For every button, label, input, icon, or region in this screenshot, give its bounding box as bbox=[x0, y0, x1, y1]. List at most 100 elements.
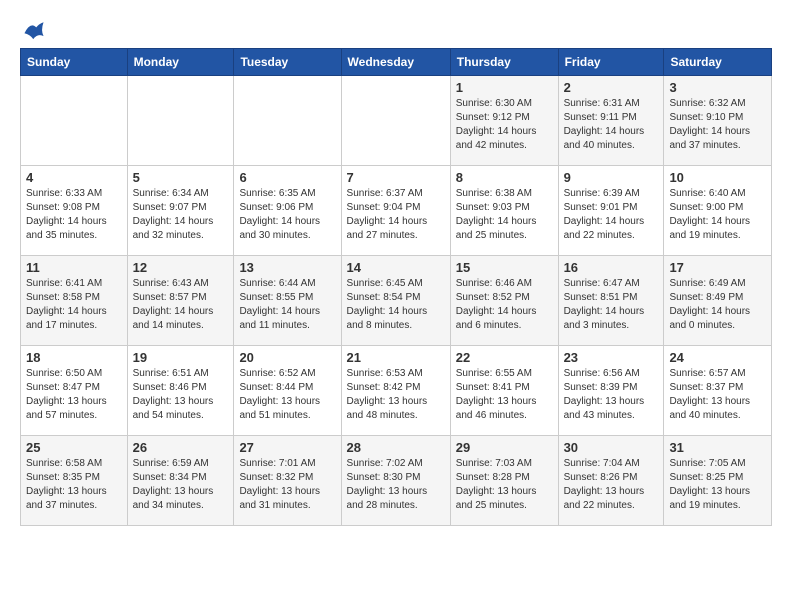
day-info: Sunrise: 6:55 AM Sunset: 8:41 PM Dayligh… bbox=[456, 367, 553, 423]
day-info: Sunrise: 6:57 AM Sunset: 8:37 PM Dayligh… bbox=[669, 367, 766, 423]
day-number: 20 bbox=[239, 350, 335, 365]
day-number: 29 bbox=[456, 440, 553, 455]
day-info: Sunrise: 7:03 AM Sunset: 8:28 PM Dayligh… bbox=[456, 457, 553, 513]
day-number: 7 bbox=[347, 170, 445, 185]
day-number: 22 bbox=[456, 350, 553, 365]
day-cell: 16 Sunrise: 6:47 AM Sunset: 8:51 PM Dayli… bbox=[558, 256, 664, 346]
day-cell: 22 Sunrise: 6:55 AM Sunset: 8:41 PM Dayli… bbox=[450, 346, 558, 436]
header-saturday: Saturday bbox=[664, 49, 772, 76]
day-info: Sunrise: 6:41 AM Sunset: 8:58 PM Dayligh… bbox=[26, 277, 122, 333]
day-number: 10 bbox=[669, 170, 766, 185]
day-number: 25 bbox=[26, 440, 122, 455]
day-info: Sunrise: 6:49 AM Sunset: 8:49 PM Dayligh… bbox=[669, 277, 766, 333]
day-cell: 28 Sunrise: 7:02 AM Sunset: 8:30 PM Dayli… bbox=[341, 436, 450, 526]
day-number: 8 bbox=[456, 170, 553, 185]
day-number: 18 bbox=[26, 350, 122, 365]
day-info: Sunrise: 6:31 AM Sunset: 9:11 PM Dayligh… bbox=[564, 97, 659, 153]
header-wednesday: Wednesday bbox=[341, 49, 450, 76]
day-info: Sunrise: 7:01 AM Sunset: 8:32 PM Dayligh… bbox=[239, 457, 335, 513]
day-cell: 20 Sunrise: 6:52 AM Sunset: 8:44 PM Dayli… bbox=[234, 346, 341, 436]
day-cell: 19 Sunrise: 6:51 AM Sunset: 8:46 PM Dayli… bbox=[127, 346, 234, 436]
day-info: Sunrise: 6:43 AM Sunset: 8:57 PM Dayligh… bbox=[133, 277, 229, 333]
day-number: 4 bbox=[26, 170, 122, 185]
day-info: Sunrise: 6:40 AM Sunset: 9:00 PM Dayligh… bbox=[669, 187, 766, 243]
day-number: 21 bbox=[347, 350, 445, 365]
day-cell: 29 Sunrise: 7:03 AM Sunset: 8:28 PM Dayli… bbox=[450, 436, 558, 526]
day-cell: 4 Sunrise: 6:33 AM Sunset: 9:08 PM Daylig… bbox=[21, 166, 128, 256]
day-cell: 15 Sunrise: 6:46 AM Sunset: 8:52 PM Dayli… bbox=[450, 256, 558, 346]
day-cell: 1 Sunrise: 6:30 AM Sunset: 9:12 PM Daylig… bbox=[450, 76, 558, 166]
day-cell: 11 Sunrise: 6:41 AM Sunset: 8:58 PM Dayli… bbox=[21, 256, 128, 346]
day-cell: 8 Sunrise: 6:38 AM Sunset: 9:03 PM Daylig… bbox=[450, 166, 558, 256]
day-cell: 3 Sunrise: 6:32 AM Sunset: 9:10 PM Daylig… bbox=[664, 76, 772, 166]
day-number: 23 bbox=[564, 350, 659, 365]
day-number: 1 bbox=[456, 80, 553, 95]
day-number: 2 bbox=[564, 80, 659, 95]
day-number: 15 bbox=[456, 260, 553, 275]
day-info: Sunrise: 6:35 AM Sunset: 9:06 PM Dayligh… bbox=[239, 187, 335, 243]
day-number: 11 bbox=[26, 260, 122, 275]
day-number: 24 bbox=[669, 350, 766, 365]
day-cell: 23 Sunrise: 6:56 AM Sunset: 8:39 PM Dayli… bbox=[558, 346, 664, 436]
day-number: 28 bbox=[347, 440, 445, 455]
day-cell: 2 Sunrise: 6:31 AM Sunset: 9:11 PM Daylig… bbox=[558, 76, 664, 166]
day-number: 30 bbox=[564, 440, 659, 455]
day-cell: 26 Sunrise: 6:59 AM Sunset: 8:34 PM Dayli… bbox=[127, 436, 234, 526]
calendar-table: SundayMondayTuesdayWednesdayThursdayFrid… bbox=[20, 48, 772, 526]
day-info: Sunrise: 7:02 AM Sunset: 8:30 PM Dayligh… bbox=[347, 457, 445, 513]
day-number: 19 bbox=[133, 350, 229, 365]
day-cell: 10 Sunrise: 6:40 AM Sunset: 9:00 PM Dayli… bbox=[664, 166, 772, 256]
page-header bbox=[20, 20, 772, 38]
day-info: Sunrise: 6:33 AM Sunset: 9:08 PM Dayligh… bbox=[26, 187, 122, 243]
day-cell: 6 Sunrise: 6:35 AM Sunset: 9:06 PM Daylig… bbox=[234, 166, 341, 256]
day-cell: 21 Sunrise: 6:53 AM Sunset: 8:42 PM Dayli… bbox=[341, 346, 450, 436]
day-info: Sunrise: 6:46 AM Sunset: 8:52 PM Dayligh… bbox=[456, 277, 553, 333]
day-cell: 5Sunrise: 6:34 AM Sunset: 9:07 PM Daylig… bbox=[127, 166, 234, 256]
day-info: Sunrise: 6:56 AM Sunset: 8:39 PM Dayligh… bbox=[564, 367, 659, 423]
day-number: 12 bbox=[133, 260, 229, 275]
bird-icon bbox=[23, 20, 45, 42]
day-info: Sunrise: 6:58 AM Sunset: 8:35 PM Dayligh… bbox=[26, 457, 122, 513]
day-number: 17 bbox=[669, 260, 766, 275]
day-cell: 7 Sunrise: 6:37 AM Sunset: 9:04 PM Daylig… bbox=[341, 166, 450, 256]
day-cell: 25 Sunrise: 6:58 AM Sunset: 8:35 PM Dayli… bbox=[21, 436, 128, 526]
day-info: Sunrise: 6:37 AM Sunset: 9:04 PM Dayligh… bbox=[347, 187, 445, 243]
day-cell: 9 Sunrise: 6:39 AM Sunset: 9:01 PM Daylig… bbox=[558, 166, 664, 256]
header-sunday: Sunday bbox=[21, 49, 128, 76]
day-info: Sunrise: 6:44 AM Sunset: 8:55 PM Dayligh… bbox=[239, 277, 335, 333]
day-info: Sunrise: 6:47 AM Sunset: 8:51 PM Dayligh… bbox=[564, 277, 659, 333]
day-info: Sunrise: 6:30 AM Sunset: 9:12 PM Dayligh… bbox=[456, 97, 553, 153]
day-cell: 17 Sunrise: 6:49 AM Sunset: 8:49 PM Dayli… bbox=[664, 256, 772, 346]
day-cell bbox=[234, 76, 341, 166]
logo bbox=[20, 20, 45, 38]
day-number: 16 bbox=[564, 260, 659, 275]
day-number: 26 bbox=[133, 440, 229, 455]
day-cell: 31 Sunrise: 7:05 AM Sunset: 8:25 PM Dayli… bbox=[664, 436, 772, 526]
calendar-body: 1 Sunrise: 6:30 AM Sunset: 9:12 PM Daylig… bbox=[21, 76, 772, 526]
header-friday: Friday bbox=[558, 49, 664, 76]
day-number: 6 bbox=[239, 170, 335, 185]
day-info: Sunrise: 6:39 AM Sunset: 9:01 PM Dayligh… bbox=[564, 187, 659, 243]
week-row-4: 18 Sunrise: 6:50 AM Sunset: 8:47 PM Dayli… bbox=[21, 346, 772, 436]
day-info: Sunrise: 6:59 AM Sunset: 8:34 PM Dayligh… bbox=[133, 457, 229, 513]
day-number: 31 bbox=[669, 440, 766, 455]
day-info: Sunrise: 7:05 AM Sunset: 8:25 PM Dayligh… bbox=[669, 457, 766, 513]
day-number: 14 bbox=[347, 260, 445, 275]
day-number: 9 bbox=[564, 170, 659, 185]
header-thursday: Thursday bbox=[450, 49, 558, 76]
week-row-5: 25 Sunrise: 6:58 AM Sunset: 8:35 PM Dayli… bbox=[21, 436, 772, 526]
day-cell: 13 Sunrise: 6:44 AM Sunset: 8:55 PM Dayli… bbox=[234, 256, 341, 346]
day-info: Sunrise: 6:38 AM Sunset: 9:03 PM Dayligh… bbox=[456, 187, 553, 243]
day-cell bbox=[341, 76, 450, 166]
day-info: Sunrise: 6:51 AM Sunset: 8:46 PM Dayligh… bbox=[133, 367, 229, 423]
week-row-3: 11 Sunrise: 6:41 AM Sunset: 8:58 PM Dayli… bbox=[21, 256, 772, 346]
day-info: Sunrise: 6:52 AM Sunset: 8:44 PM Dayligh… bbox=[239, 367, 335, 423]
day-number: 13 bbox=[239, 260, 335, 275]
day-info: Sunrise: 6:53 AM Sunset: 8:42 PM Dayligh… bbox=[347, 367, 445, 423]
week-row-2: 4 Sunrise: 6:33 AM Sunset: 9:08 PM Daylig… bbox=[21, 166, 772, 256]
day-info: Sunrise: 6:32 AM Sunset: 9:10 PM Dayligh… bbox=[669, 97, 766, 153]
day-number: 3 bbox=[669, 80, 766, 95]
day-number: 5 bbox=[133, 170, 229, 185]
day-info: Sunrise: 6:50 AM Sunset: 8:47 PM Dayligh… bbox=[26, 367, 122, 423]
day-number: 27 bbox=[239, 440, 335, 455]
